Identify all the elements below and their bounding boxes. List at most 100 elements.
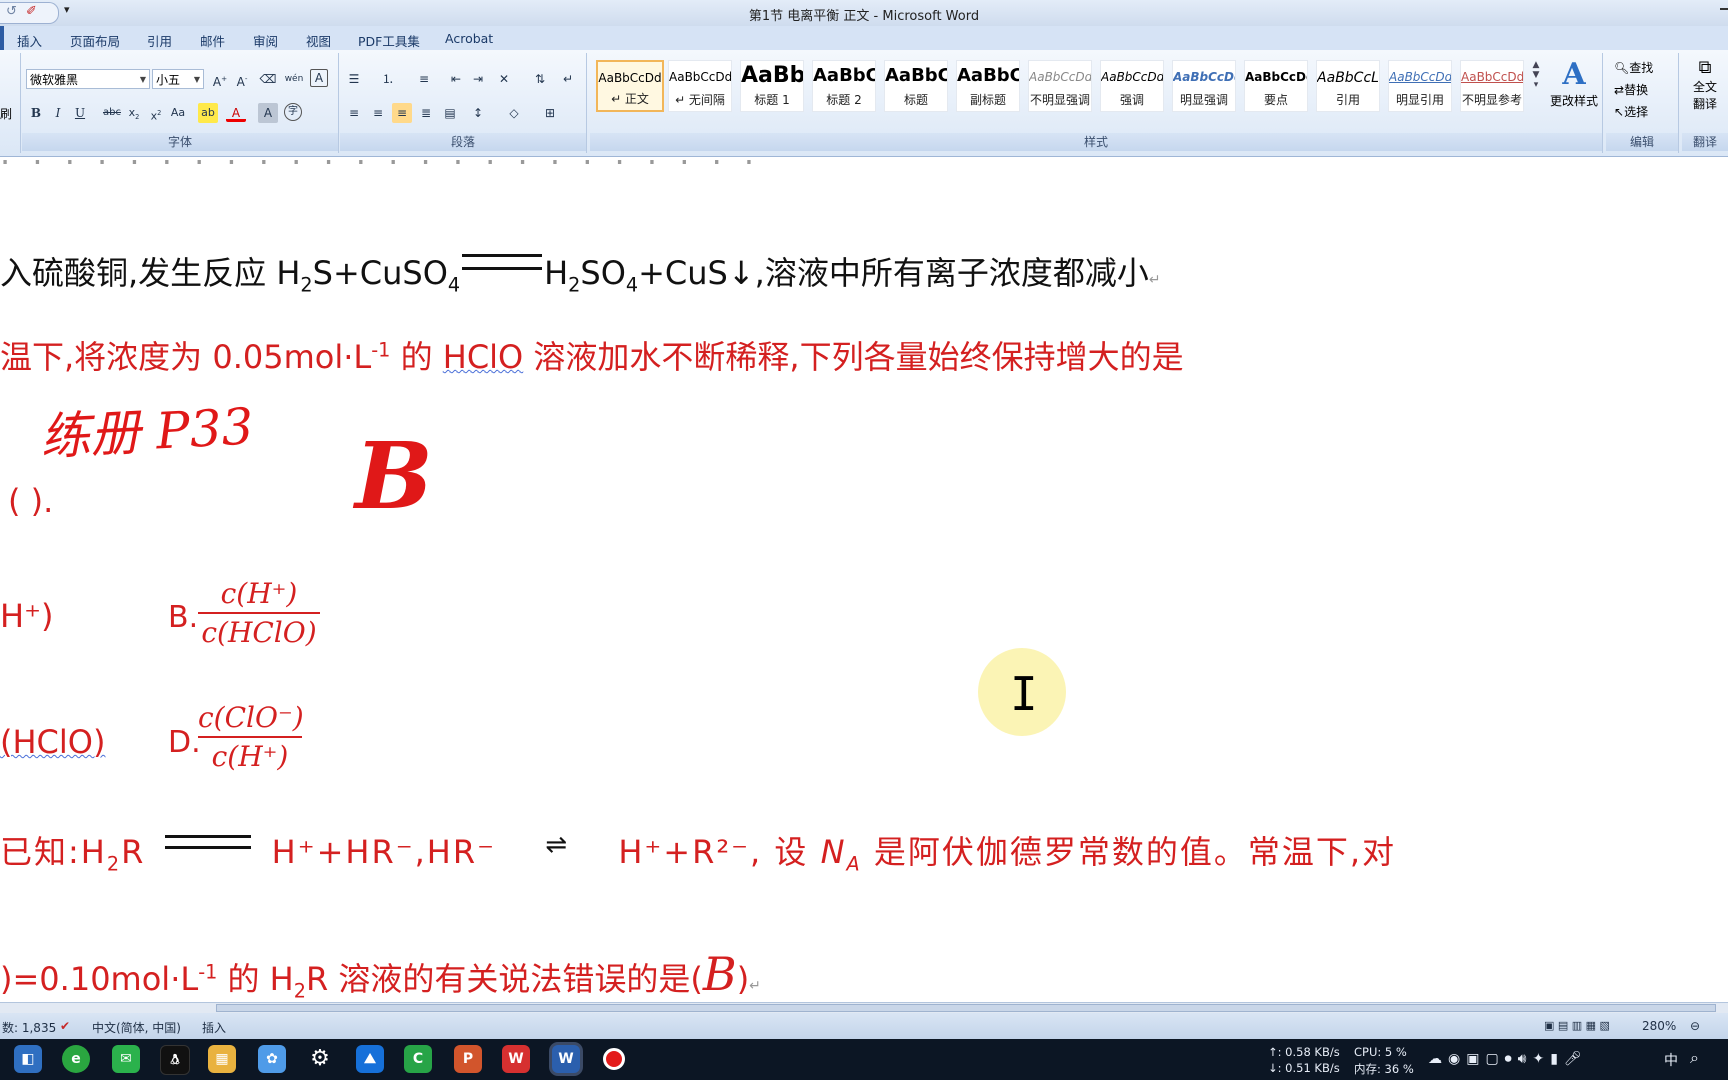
change-case-icon[interactable]: Aa (168, 103, 188, 123)
align-right-icon[interactable]: ≡ (392, 103, 412, 123)
font-name-combo[interactable]: 微软雅黑 ▼ (26, 69, 150, 89)
style-preview: AaBbC (885, 65, 947, 86)
style-heading-2[interactable]: AaBbC 标题 2 (812, 60, 876, 112)
wps-icon[interactable]: W (502, 1045, 530, 1073)
sort-icon[interactable]: ⇅ (530, 69, 550, 89)
clear-format-icon[interactable]: ⌫ (258, 69, 278, 89)
tab-insert[interactable]: 插入 (17, 31, 42, 50)
files-icon[interactable]: ▦ (208, 1045, 236, 1073)
borders-icon[interactable]: ⊞ (540, 103, 560, 123)
subscript-icon[interactable]: x2 (124, 103, 144, 123)
tray-icons[interactable]: ☁◉▣▢⏺🔊︎✦▮🎤︎ (1428, 1051, 1588, 1067)
view-buttons[interactable]: ▣ ▤ ▥ ▦ ▧ (1544, 1019, 1610, 1032)
tab-references[interactable]: 引用 (147, 31, 172, 50)
char-border-icon[interactable]: A (310, 69, 328, 87)
font-group: 微软雅黑 ▼ 小五 ▼ A+ A- ⌫ wén A B I U abc x2 x2 … (22, 53, 339, 153)
change-styles-button[interactable]: A 更改样式 (1546, 57, 1602, 127)
option-b-numerator: c(H⁺) (220, 577, 298, 610)
tab-acrobat[interactable]: Acrobat (445, 31, 493, 46)
style-preview: AaBbCcDd (1389, 70, 1451, 84)
style-preview: AaBbCcDd (1245, 70, 1307, 84)
proofing-icon[interactable]: ✔ (60, 1019, 70, 1033)
document-area[interactable]: · · · · · · · · · · · · · · · · · · · · … (0, 157, 1728, 1002)
italic-icon[interactable]: I (48, 103, 68, 123)
increase-indent-icon[interactable]: ⇥ (468, 69, 488, 89)
style-quote[interactable]: AaBbCcL 引用 (1316, 60, 1380, 112)
style-heading-1[interactable]: AaBb 标题 1 (740, 60, 804, 112)
font-size-combo[interactable]: 小五 ▼ (152, 69, 204, 89)
style-preview: AaBbCcDd (598, 71, 662, 85)
shading-icon[interactable]: ◇ (504, 103, 524, 123)
qq-icon[interactable]: 🐧︎ (160, 1045, 190, 1075)
style-preview: AaBbCcDd (1101, 70, 1163, 84)
wechat-icon[interactable]: ✉ (112, 1045, 140, 1073)
style-subtitle[interactable]: AaBbC 副标题 (956, 60, 1020, 112)
show-marks-icon[interactable]: ↵ (558, 69, 578, 89)
enclose-char-icon[interactable]: 字 (284, 103, 302, 121)
tab-page-layout[interactable]: 页面布局 (70, 31, 120, 50)
search-icon[interactable]: ⌕ (1690, 1048, 1699, 1068)
font-color-icon[interactable]: A (226, 103, 246, 122)
style-emphasis[interactable]: AaBbCcDd 强调 (1100, 60, 1164, 112)
camtasia-icon[interactable]: C (404, 1045, 432, 1073)
justify-icon[interactable]: ≣ (416, 103, 436, 123)
styles-scroll[interactable]: ▲ ▼ ▾ (1530, 60, 1542, 112)
highlight-icon[interactable]: ab (198, 103, 218, 123)
style-intense-quote[interactable]: AaBbCcDd 明显引用 (1388, 60, 1452, 112)
chevron-down-icon: ▼ (139, 75, 146, 84)
tab-view[interactable]: 视图 (306, 31, 331, 50)
photos-icon[interactable]: ⛰ (356, 1045, 384, 1073)
bold-icon[interactable]: B (26, 103, 46, 123)
settings-icon[interactable]: ⚙ (306, 1045, 334, 1073)
align-left-icon[interactable]: ≡ (344, 103, 364, 123)
full-translate-button[interactable]: ⧉ 全文 翻译 (1688, 57, 1722, 112)
grow-font-icon[interactable]: A+ (210, 69, 230, 89)
record-icon[interactable] (600, 1045, 628, 1073)
tab-pdf-tools[interactable]: PDF工具集 (358, 31, 420, 50)
replace-button[interactable]: ⇄替换 (1614, 81, 1648, 98)
line-spacing-icon[interactable]: ↕ (468, 103, 488, 123)
ibeam-cursor-icon: I (1010, 667, 1038, 721)
style-strong[interactable]: AaBbCcDd 要点 (1244, 60, 1308, 112)
tab-mailings[interactable]: 邮件 (200, 31, 225, 50)
shrink-font-icon[interactable]: A- (232, 69, 252, 89)
cloud-app-icon[interactable]: ✿ (258, 1045, 286, 1073)
multilevel-list-icon[interactable]: ≡ (414, 69, 434, 89)
underline-icon[interactable]: U (70, 103, 90, 123)
strikethrough-icon[interactable]: abc (102, 103, 122, 123)
word-count[interactable]: 数: 1,835 (2, 1019, 56, 1036)
style-name: 引用 (1335, 93, 1360, 107)
zoom-out-icon[interactable]: ⊖ (1690, 1019, 1700, 1033)
style-subtle-emphasis[interactable]: AaBbCcDd 不明显强调 (1028, 60, 1092, 112)
title-bar: ↺ ✐ ▾ 第1节 电离平衡 正文 - Microsoft Word (0, 0, 1728, 26)
distributed-icon[interactable]: ▤ (440, 103, 460, 123)
insert-mode[interactable]: 插入 (202, 1019, 226, 1036)
select-button[interactable]: ↖选择 (1614, 103, 1648, 120)
browser-icon[interactable]: e (62, 1045, 90, 1073)
style-subtle-reference[interactable]: AaBbCcDdI 不明显参考 (1460, 60, 1524, 112)
chinese-layout-icon[interactable]: ✕ (494, 69, 514, 89)
tab-review[interactable]: 审阅 (253, 31, 278, 50)
scrollbar-thumb[interactable] (216, 1004, 1716, 1012)
align-center-icon[interactable]: ≡ (368, 103, 388, 123)
zoom-level[interactable]: 280% (1642, 1019, 1676, 1033)
style-normal[interactable]: AaBbCcDd ↵ 正文 (596, 60, 664, 112)
find-button[interactable]: 🔍︎查找 (1614, 59, 1653, 76)
decrease-indent-icon[interactable]: ⇤ (446, 69, 466, 89)
clipboard-cut-label[interactable]: 刷 (0, 105, 12, 122)
powerpoint-icon[interactable]: P (454, 1045, 482, 1073)
numbering-icon[interactable]: ⒈ (378, 69, 398, 89)
horizontal-scrollbar[interactable] (0, 1002, 1728, 1013)
bullets-icon[interactable]: ☰ (344, 69, 364, 89)
ime-indicator[interactable]: 中 (1664, 1050, 1678, 1070)
language-indicator[interactable]: 中文(简体, 中国) (92, 1019, 181, 1036)
style-no-spacing[interactable]: AaBbCcDd ↵ 无间隔 (668, 60, 732, 112)
phonetic-guide-icon[interactable]: wén (284, 69, 304, 89)
style-title[interactable]: AaBbC 标题 (884, 60, 948, 112)
word-icon[interactable]: W (552, 1045, 580, 1073)
window-control[interactable] (1708, 0, 1728, 20)
start-app-icon[interactable]: ◧ (14, 1045, 42, 1073)
char-shading-icon[interactable]: A (258, 103, 278, 123)
style-intense-emphasis[interactable]: AaBbCcDd 明显强调 (1172, 60, 1236, 112)
superscript-icon[interactable]: x2 (146, 103, 166, 123)
